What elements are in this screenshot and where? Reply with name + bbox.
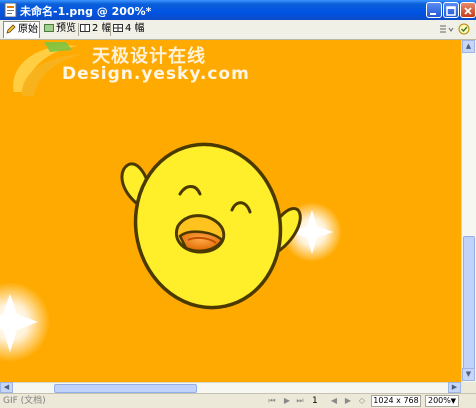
title-bar[interactable]: 未命名-1.png @ 200%* (0, 0, 476, 20)
maximize-button[interactable] (443, 2, 459, 18)
left-arrow-icon: ◀ (3, 383, 10, 391)
right-arrow-icon: ▶ (451, 383, 458, 391)
minimize-button[interactable] (426, 2, 442, 18)
frame-status-icon (458, 23, 470, 35)
fireworks-doc-icon (4, 3, 17, 17)
frame-status-button[interactable] (456, 22, 474, 38)
scroll-left-button[interactable]: ◀ (0, 382, 13, 393)
scroll-up-button[interactable]: ▲ (462, 40, 475, 53)
minimize-icon (430, 13, 436, 15)
toolbar-divider (78, 23, 79, 36)
view-tabs-toolbar: 原始 预览 2 幅 4 幅 (0, 20, 476, 40)
frame-number: 1 (312, 396, 318, 406)
maximize-icon (446, 6, 456, 16)
tab-2-up[interactable]: 2 幅 (80, 21, 112, 37)
tab-4-up[interactable]: 4 幅 (113, 21, 145, 37)
watermark-url: Design.yesky.com (62, 64, 250, 84)
document-window: 未命名-1.png @ 200%* 原始 预览 2 幅 4 幅 天极设计在线 D… (0, 0, 476, 408)
chevron-down-icon: ▼ (450, 397, 456, 405)
loop-icon[interactable]: ◇ (358, 397, 366, 405)
vertical-scroll-thumb[interactable] (463, 236, 475, 370)
scroll-right-button[interactable]: ▶ (448, 382, 461, 393)
preview-icon (44, 24, 54, 32)
vertical-scrollbar[interactable]: ▲ ▼ (461, 40, 476, 382)
first-frame-icon[interactable]: ⏮ (268, 397, 276, 405)
window-title: 未命名-1.png @ 200%* (20, 5, 152, 18)
document-canvas[interactable]: 天极设计在线 Design.yesky.com (0, 40, 461, 382)
up-arrow-icon: ▲ (465, 42, 472, 50)
frame-options-icon (440, 25, 454, 33)
zoom-value: 200% (428, 396, 451, 405)
tab-preview[interactable]: 预览 (44, 21, 78, 37)
four-up-icon (113, 24, 123, 32)
zoom-select[interactable]: 200% ▼ (425, 395, 459, 407)
sparkle-left (0, 282, 50, 362)
two-up-icon (80, 24, 90, 32)
status-bar: GIF (文档) ⏮ ▶ ⏭ 1 ◀ ▶ ◇ 1024 x 768 200% ▼ (0, 393, 476, 408)
close-button[interactable] (460, 2, 476, 18)
canvas-size-field[interactable]: 1024 x 768 (371, 395, 421, 407)
tab-original-label: 原始 (18, 24, 38, 35)
last-frame-icon[interactable]: ⏭ (296, 397, 304, 405)
frame-options-button[interactable] (438, 22, 456, 38)
scrollbar-corner (461, 382, 476, 393)
close-icon (464, 7, 472, 15)
tab-preview-label: 预览 (56, 23, 76, 34)
tab-original[interactable]: 原始 (3, 21, 40, 38)
status-format: GIF (文档) (3, 396, 46, 406)
horizontal-scroll-thumb[interactable] (54, 384, 197, 393)
next-frame-icon[interactable]: ▶ (344, 397, 352, 405)
prev-frame-icon[interactable]: ◀ (330, 397, 338, 405)
pencil-icon (6, 24, 16, 34)
chick-illustration (120, 142, 302, 310)
toolbar-divider (110, 23, 111, 36)
tab-2-up-label: 2 幅 (92, 23, 112, 34)
down-arrow-icon: ▼ (465, 370, 472, 378)
canvas-artwork (0, 42, 342, 362)
tab-4-up-label: 4 幅 (125, 23, 145, 34)
scroll-down-button[interactable]: ▼ (462, 368, 475, 381)
play-icon[interactable]: ▶ (283, 397, 291, 405)
